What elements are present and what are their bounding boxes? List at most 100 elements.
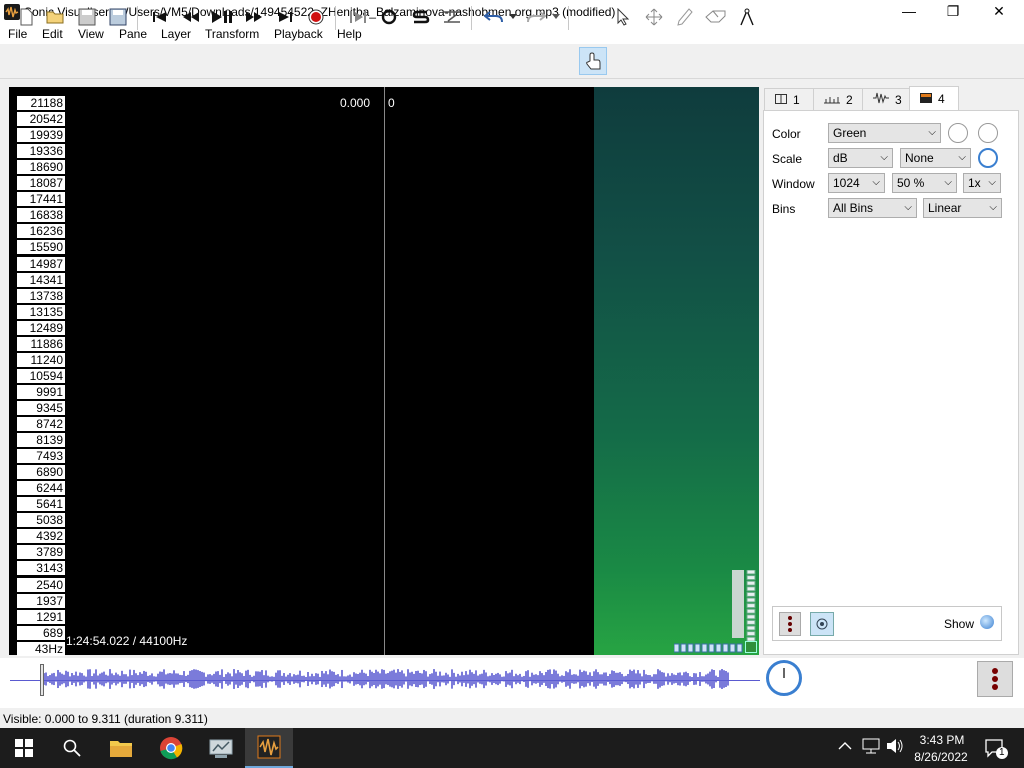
play-selection-icon[interactable] (346, 6, 370, 28)
toolbar-separator (137, 6, 138, 30)
notification-center-icon[interactable]: 1 (984, 738, 1008, 760)
network-app-icon[interactable] (197, 728, 245, 768)
menu-view[interactable]: View (78, 27, 104, 41)
tab-spectrogram-4[interactable]: 4 (909, 86, 959, 111)
search-icon[interactable] (48, 728, 96, 768)
frequency-scale-label: 18690 (17, 160, 65, 174)
menu-transform[interactable]: Transform (205, 27, 259, 41)
frequency-scale-label: 7493 (17, 449, 65, 463)
horizontal-zoom-scrollbar[interactable] (673, 642, 744, 653)
color-select[interactable]: Green ⌵ (828, 123, 941, 143)
measure-tool-icon[interactable] (735, 6, 759, 28)
redo-dropdown-icon[interactable] (549, 6, 563, 28)
close-button[interactable]: ✕ (976, 0, 1022, 24)
layer-play-toggle-icon[interactable] (810, 612, 834, 636)
save-as-icon[interactable] (106, 6, 130, 28)
gain-dial-icon[interactable] (978, 148, 998, 168)
chevron-up-icon[interactable] (838, 740, 852, 754)
forward-end-icon[interactable] (273, 6, 297, 28)
navigate-tool-icon[interactable] (579, 47, 607, 75)
windows-start-icon[interactable] (0, 728, 48, 768)
color-rotation-dial-icon[interactable] (978, 123, 998, 143)
maximize-button[interactable]: ❐ (930, 0, 976, 24)
menu-edit[interactable]: Edit (42, 27, 63, 41)
move-tool-icon[interactable] (642, 6, 666, 28)
file-explorer-icon[interactable] (97, 728, 145, 768)
erase-tool-icon[interactable] (704, 6, 728, 28)
threshold-dial-icon[interactable] (948, 123, 968, 143)
chevron-down-icon: ⌵ (958, 152, 966, 163)
tab-waveform-3[interactable]: 3 (862, 88, 910, 110)
select-tool-icon[interactable] (611, 6, 635, 28)
chevron-down-icon: ⌵ (880, 152, 888, 163)
status-text: Visible: 0.000 to 9.311 (duration 9.311) (3, 712, 208, 726)
menu-playback[interactable]: Playback (274, 27, 323, 41)
menu-layer[interactable]: Layer (161, 27, 191, 41)
frequency-scale-label: 14341 (17, 273, 65, 287)
show-label: Show (944, 617, 975, 631)
oversampling-select[interactable]: 1x ⌵ (963, 173, 1001, 193)
normalization-select[interactable]: None ⌵ (900, 148, 971, 168)
solo-icon[interactable] (409, 6, 433, 28)
menu-file[interactable]: File (8, 27, 27, 41)
frequency-scale-label: 13135 (17, 305, 65, 319)
value-readout-right: 0 (388, 96, 395, 110)
open-icon[interactable] (44, 6, 68, 28)
frequency-scale-label: 13738 (17, 289, 65, 303)
overview-visible-region-marker[interactable] (40, 664, 44, 696)
frequency-scale-label: 689 (17, 626, 65, 640)
undo-dropdown-icon[interactable] (506, 6, 520, 28)
taskbar-clock-date[interactable]: 8/26/2022 (906, 750, 976, 764)
show-toggle-led[interactable] (980, 615, 994, 629)
frequency-scale-label: 1291 (17, 610, 65, 624)
network-icon[interactable] (862, 738, 880, 757)
loop-icon[interactable] (377, 6, 401, 28)
record-icon[interactable] (304, 6, 328, 28)
window-size-select[interactable]: 1024 ⌵ (828, 173, 885, 193)
menu-help[interactable]: Help (337, 27, 362, 41)
tab-time-ruler-2[interactable]: 2 (813, 88, 863, 110)
zoom-reset-button[interactable] (745, 641, 757, 653)
vertical-zoom-scrollbar[interactable] (746, 569, 756, 650)
play-parameters-button[interactable] (779, 612, 801, 636)
new-file-icon[interactable] (14, 6, 38, 28)
color-select-value: Green (833, 126, 867, 140)
scale-select[interactable]: dB ⌵ (828, 148, 893, 168)
playback-settings-button[interactable] (977, 661, 1013, 697)
play-pause-icon[interactable] (210, 6, 234, 28)
minimize-button[interactable]: — (886, 0, 932, 24)
pane-icon (775, 93, 787, 107)
bins-label: Bins (772, 202, 796, 216)
chrome-icon[interactable] (147, 728, 195, 768)
toolbar-separator (335, 6, 336, 30)
frequency-scale: 21188 20542 19939 19336 18690 18087 17441 16838… (9, 87, 65, 656)
redo-icon[interactable] (524, 6, 548, 28)
frequency-scale-label: 3143 (17, 561, 65, 575)
playback-speed-dial-icon[interactable] (766, 660, 802, 696)
frequency-scale-label: 11886 (17, 337, 65, 351)
volume-icon[interactable] (886, 738, 904, 757)
overview-waveform[interactable] (43, 668, 730, 690)
vertical-zoom-thumb[interactable] (732, 570, 744, 638)
save-icon[interactable] (75, 6, 99, 28)
rewind-start-icon[interactable] (148, 6, 172, 28)
chevron-down-icon: ⌵ (989, 202, 997, 213)
frequency-scale-label: 4392 (17, 529, 65, 543)
rewind-icon[interactable] (179, 6, 203, 28)
sonic-visualiser-taskbar-icon[interactable] (245, 728, 293, 768)
window-overlap-select[interactable]: 50 % ⌵ (892, 173, 957, 193)
fast-forward-icon[interactable] (242, 6, 266, 28)
frequency-scale-label: 19939 (17, 128, 65, 142)
draw-tool-icon[interactable] (673, 6, 697, 28)
bin-scale-select[interactable]: Linear ⌵ (923, 198, 1002, 218)
undo-icon[interactable] (482, 6, 506, 28)
spectrogram-icon (920, 92, 932, 107)
taskbar-clock-time[interactable]: 3:43 PM (912, 733, 972, 747)
scale-select-value: dB (833, 151, 848, 165)
frequency-scale-label: 2540 (17, 578, 65, 592)
tab-pane-1[interactable]: 1 (764, 88, 814, 110)
toolbar-separator (568, 6, 569, 30)
menu-pane[interactable]: Pane (119, 27, 147, 41)
follow-playback-icon[interactable] (440, 6, 464, 28)
bins-select[interactable]: All Bins ⌵ (828, 198, 917, 218)
